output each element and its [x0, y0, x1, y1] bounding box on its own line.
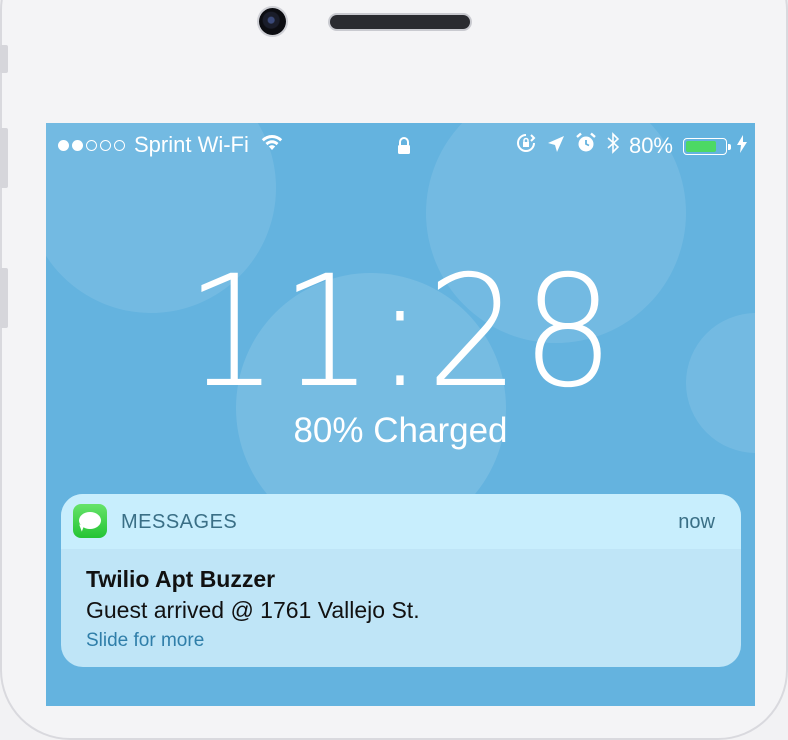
slide-for-more-hint[interactable]: Slide for more	[86, 630, 204, 652]
battery-tip	[728, 143, 731, 150]
clock-time: 11:28	[184, 243, 617, 422]
charge-status: 80% Charged	[293, 411, 508, 450]
lock-icon	[396, 135, 412, 161]
side-button-mute	[0, 45, 8, 73]
charging-bolt-icon	[737, 133, 747, 159]
notification-app-name: MESSAGES	[121, 511, 238, 533]
notification-title: Twilio Apt Buzzer	[86, 566, 276, 592]
bluetooth-icon	[607, 132, 620, 160]
battery-icon	[683, 137, 731, 155]
rotation-lock-icon	[515, 132, 537, 160]
status-bar: Sprint Wi-Fi 80%	[46, 123, 755, 163]
side-button-volume-up	[0, 128, 8, 188]
location-arrow-icon	[547, 133, 565, 159]
wifi-icon	[259, 132, 285, 158]
messages-app-icon	[73, 504, 107, 538]
status-left: Sprint Wi-Fi	[58, 132, 285, 158]
message-notification[interactable]: MESSAGES now Twilio Apt Buzzer Guest arr…	[61, 494, 741, 667]
notification-time: now	[678, 511, 715, 533]
signal-dot	[72, 139, 83, 151]
chat-bubble-tail	[77, 524, 84, 532]
notification-header: MESSAGES now	[61, 494, 741, 549]
signal-dot	[86, 139, 97, 151]
notification-body: Guest arrived @ 1761 Vallejo St.	[86, 597, 420, 623]
lock-screen: Sprint Wi-Fi 80% 11:28 80% Charged MESSA…	[46, 123, 755, 706]
side-button-volume-down	[0, 268, 8, 328]
earpiece-speaker	[330, 15, 470, 29]
battery-percent: 80%	[628, 133, 673, 158]
carrier-name: Sprint Wi-Fi	[134, 132, 249, 157]
signal-dot	[58, 139, 69, 151]
lock-screen-clock: 11:28	[46, 256, 755, 410]
status-right: 80%	[515, 132, 747, 160]
signal-dot	[114, 139, 125, 151]
front-camera	[259, 8, 286, 35]
battery-fill	[686, 140, 717, 152]
alarm-icon	[575, 132, 597, 160]
signal-dot	[100, 139, 111, 151]
